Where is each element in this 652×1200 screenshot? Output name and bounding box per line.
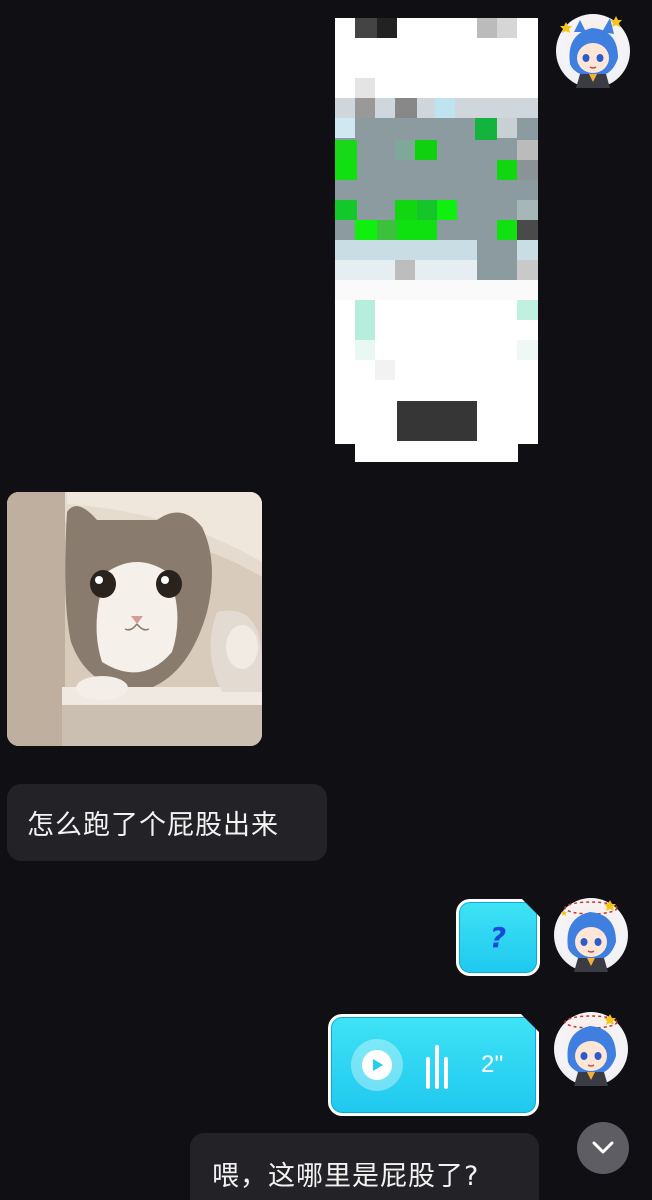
received-message-bubble[interactable]: 怎么跑了个屁股出来 (7, 784, 327, 861)
bubble-corner (521, 1014, 539, 1032)
avatar[interactable] (556, 14, 630, 88)
sent-message-bubble[interactable]: ? (456, 899, 540, 976)
avatar-art (561, 900, 618, 972)
scroll-to-bottom-button[interactable] (577, 1122, 629, 1174)
waveform-icon (426, 1045, 458, 1089)
chevron-down-icon (592, 1141, 614, 1154)
message-text: 喂，这哪里是屁股了? (212, 1160, 480, 1192)
sent-image-pixelated[interactable] (335, 18, 538, 462)
cat-photo (7, 492, 262, 746)
voice-message-bubble[interactable]: 2'' (328, 1014, 539, 1116)
play-button[interactable] (351, 1039, 403, 1091)
avatar[interactable] (554, 1012, 628, 1086)
voice-duration: 2'' (481, 1051, 504, 1078)
play-icon (362, 1050, 392, 1080)
bubble-corner (522, 899, 540, 917)
message-text: ? (489, 921, 507, 954)
message-text: 怎么跑了个屁股出来 (27, 810, 279, 841)
received-image-cat[interactable] (7, 492, 262, 746)
received-message-bubble[interactable]: 喂，这哪里是屁股了? (190, 1133, 539, 1200)
chat-view[interactable]: 怎么跑了个屁股出来 ? 2'' 喂，这哪里是屁股了? (0, 0, 652, 1200)
avatar-art (564, 1014, 618, 1086)
avatar[interactable] (554, 898, 628, 972)
avatar-art (560, 16, 622, 88)
